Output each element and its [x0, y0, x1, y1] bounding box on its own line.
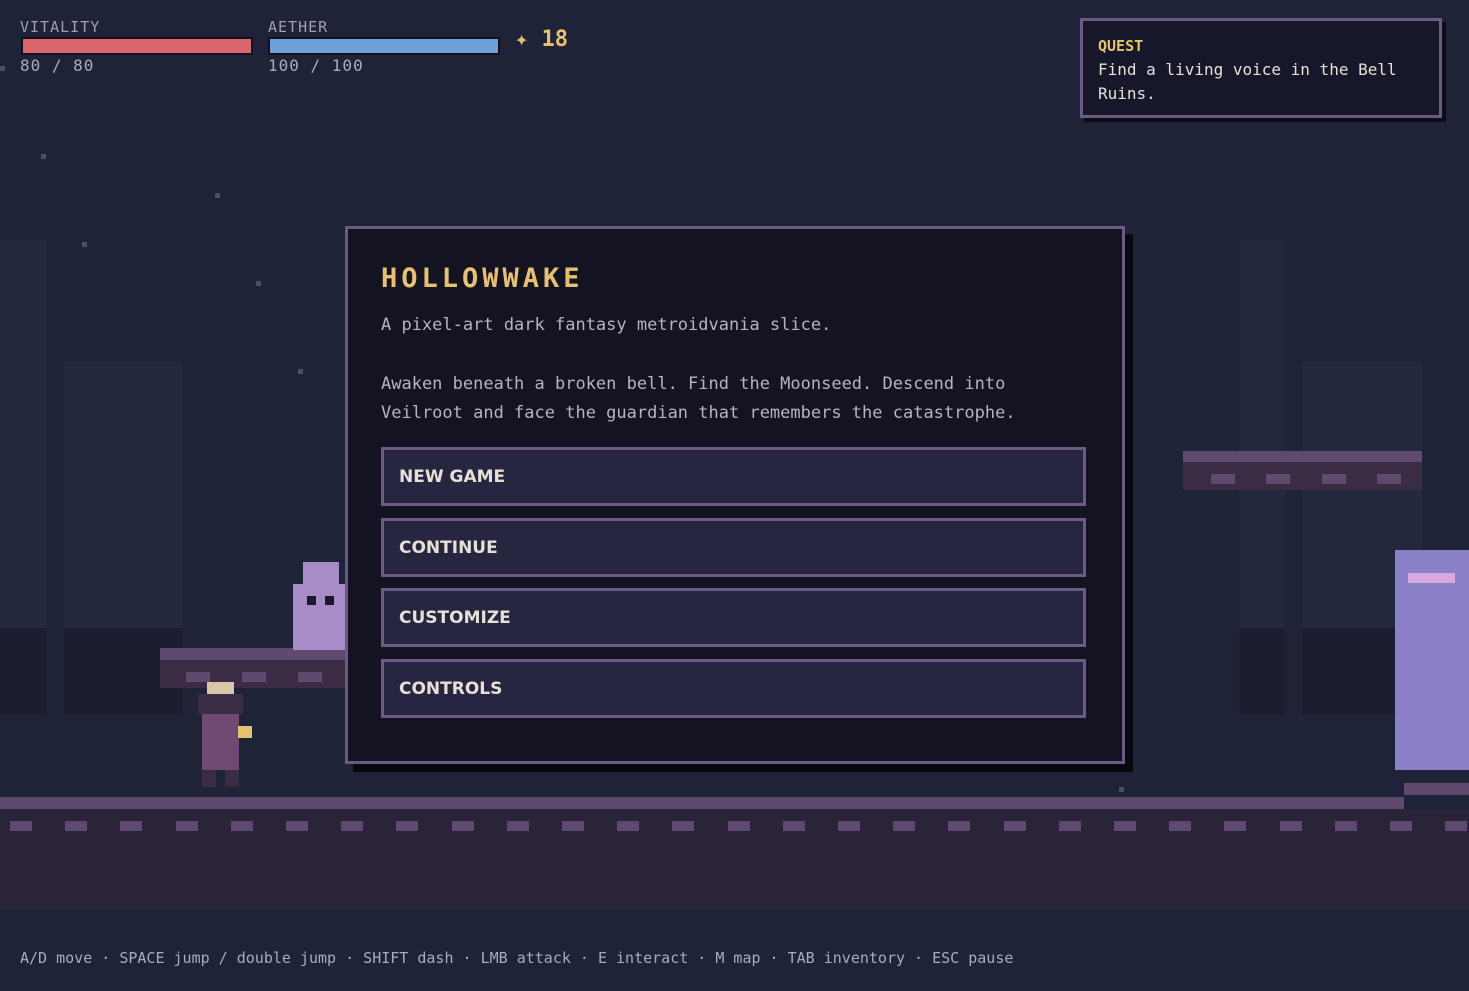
ground-tile-mark [396, 821, 418, 831]
quest-panel: QUEST Find a living voice in the Bell Ru… [1080, 18, 1442, 118]
new-game-button[interactable]: NEW GAME [381, 447, 1086, 506]
ground-tile-mark [1445, 821, 1467, 831]
vitality-label: VITALITY [20, 18, 101, 36]
game-subtitle: A pixel-art dark fantasy metroidvania sl… [381, 315, 832, 335]
ground-tile-mark [65, 821, 87, 831]
vitality-bar-fill [23, 39, 251, 53]
ground-tile-mark [1224, 821, 1246, 831]
ground-tile-mark [728, 821, 750, 831]
star [82, 242, 87, 247]
main-menu-dialog: HOLLOWWAKE A pixel-art dark fantasy metr… [345, 226, 1125, 764]
ground-tile-mark [1390, 821, 1412, 831]
ground-tile-mark [562, 821, 584, 831]
lantern-icon [238, 726, 252, 738]
ground-tile-mark [1335, 821, 1357, 831]
aether-label: AETHER [268, 18, 329, 36]
controls-hint: A/D move · SPACE jump / double jump · SH… [20, 949, 1014, 967]
ghost-eye [325, 596, 334, 605]
ground-tile-mark [1059, 821, 1081, 831]
ground-tile-mark [120, 821, 142, 831]
ruin-pillar-base [0, 628, 46, 715]
coin-count: 18 [541, 27, 569, 52]
ground-tile-mark [10, 821, 32, 831]
ground-tile-mark [286, 821, 308, 831]
ground-tile-mark [838, 821, 860, 831]
star [298, 369, 303, 374]
ground-tile-mark [783, 821, 805, 831]
ground-tile-mark [617, 821, 639, 831]
star [215, 193, 220, 198]
star [256, 281, 261, 286]
ground-tile-mark [507, 821, 529, 831]
ground-tile-mark [1004, 821, 1026, 831]
quest-title: QUEST [1098, 37, 1144, 55]
ruin-pillar-base [1239, 628, 1285, 715]
coin-counter: ✦ 18 [515, 27, 568, 52]
quest-text: Find a living voice in the Bell Ruins. [1098, 60, 1397, 103]
star [41, 154, 46, 159]
aether-value: 100 / 100 [268, 56, 364, 75]
ground-tile-mark [176, 821, 198, 831]
ground-tile-mark [672, 821, 694, 831]
ground-tile-mark [231, 821, 253, 831]
ground-tile-mark [948, 821, 970, 831]
customize-button[interactable]: CUSTOMIZE [381, 588, 1086, 647]
aether-bar [268, 37, 500, 55]
ground-tile-mark [1280, 821, 1302, 831]
sparkle-icon: ✦ [515, 27, 529, 52]
ground-tile-mark [452, 821, 474, 831]
vitality-bar [21, 37, 253, 55]
star [0, 66, 5, 71]
star [1119, 787, 1124, 792]
ground-tile-mark [1169, 821, 1191, 831]
controls-button[interactable]: CONTROLS [381, 659, 1086, 718]
ground-tile-mark [893, 821, 915, 831]
ghost-eye [307, 596, 316, 605]
ground-tile-mark [1114, 821, 1136, 831]
vitality-value: 80 / 80 [20, 56, 95, 75]
aether-bar-fill [270, 39, 498, 53]
game-description: Awaken beneath a broken bell. Find the M… [381, 374, 1016, 423]
ground-tile-mark [341, 821, 363, 831]
game-title: HOLLOWWAKE [381, 263, 584, 294]
continue-button[interactable]: CONTINUE [381, 518, 1086, 577]
